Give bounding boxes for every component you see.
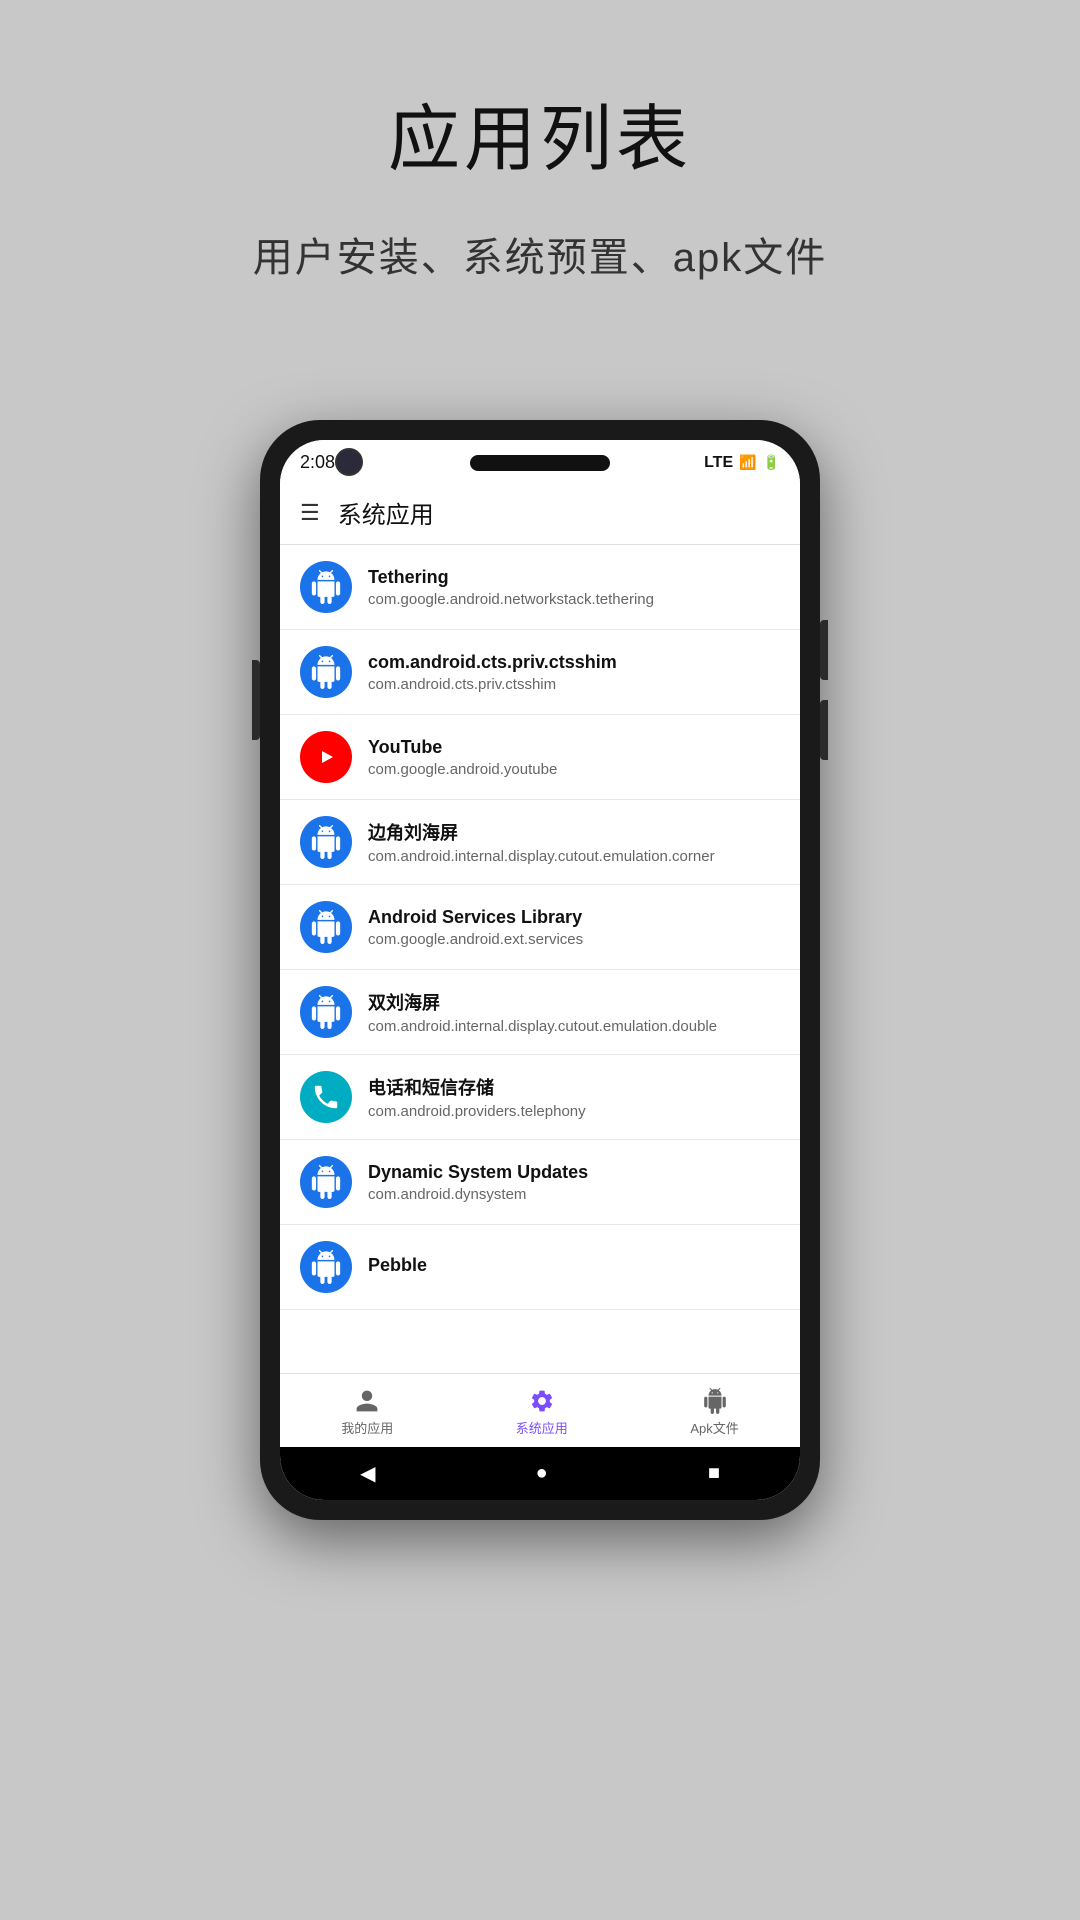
app-name: 边角刘海屏 xyxy=(368,819,780,845)
app-name: Pebble xyxy=(368,1255,780,1276)
app-toolbar: ☰ 系统应用 xyxy=(280,481,800,545)
app-info: com.android.cts.priv.ctsshim com.android… xyxy=(368,652,780,693)
bottom-nav: 我的应用 系统应用 Apk文件 xyxy=(280,1373,800,1447)
phone-button-vol1 xyxy=(820,620,828,680)
app-icon-ctsshim xyxy=(300,646,352,698)
battery-icon: 🔋 xyxy=(763,454,780,471)
app-icon-youtube xyxy=(300,731,352,783)
app-package: com.google.android.youtube xyxy=(368,761,780,778)
app-icon-telephony xyxy=(300,1071,352,1123)
phone-button-power xyxy=(252,660,260,740)
app-name: 双刘海屏 xyxy=(368,989,780,1015)
page-title: 应用列表 xyxy=(0,80,1080,185)
app-name: Dynamic System Updates xyxy=(368,1162,780,1183)
phone-screen: 2:08 ⚙ ⬡ A ▣ LTE 📶 🔋 ☰ 系统应用 xyxy=(280,440,800,1500)
app-list[interactable]: Tethering com.google.android.networkstac… xyxy=(280,545,800,1373)
app-info: Pebble xyxy=(368,1255,780,1279)
page-subtitle: 用户安装、系统预置、apk文件 xyxy=(0,225,1080,283)
nav-item-system-apps[interactable]: 系统应用 xyxy=(496,1384,588,1441)
phone-button-vol2 xyxy=(820,700,828,760)
phone-camera xyxy=(335,448,363,476)
android-nav-icon xyxy=(702,1388,728,1414)
app-info: Dynamic System Updates com.android.dynsy… xyxy=(368,1162,780,1203)
app-info: Android Services Library com.google.andr… xyxy=(368,907,780,948)
list-item[interactable]: 边角刘海屏 com.android.internal.display.cutou… xyxy=(280,800,800,885)
app-package: com.android.internal.display.cutout.emul… xyxy=(368,1018,780,1035)
list-item[interactable]: Tethering com.google.android.networkstac… xyxy=(280,545,800,630)
list-item[interactable]: Dynamic System Updates com.android.dynsy… xyxy=(280,1140,800,1225)
status-time: 2:08 xyxy=(300,452,335,473)
nav-label-system-apps: 系统应用 xyxy=(516,1418,568,1437)
app-icon-tethering xyxy=(300,561,352,613)
app-name: Android Services Library xyxy=(368,907,780,928)
nav-item-my-apps[interactable]: 我的应用 xyxy=(321,1384,413,1441)
app-icon-pebble xyxy=(300,1241,352,1293)
list-item[interactable]: Pebble xyxy=(280,1225,800,1310)
app-info: 双刘海屏 com.android.internal.display.cutout… xyxy=(368,989,780,1035)
app-name: com.android.cts.priv.ctsshim xyxy=(368,652,780,673)
app-package: com.android.internal.display.cutout.emul… xyxy=(368,848,780,865)
system-nav: ◀ ● ■ xyxy=(280,1447,800,1500)
list-item[interactable]: YouTube com.google.android.youtube xyxy=(280,715,800,800)
list-item[interactable]: 双刘海屏 com.android.internal.display.cutout… xyxy=(280,970,800,1055)
app-package: com.android.cts.priv.ctsshim xyxy=(368,676,780,693)
back-button[interactable]: ◀ xyxy=(360,1461,375,1486)
list-item[interactable]: Android Services Library com.google.andr… xyxy=(280,885,800,970)
app-icon-dynsystem xyxy=(300,1156,352,1208)
list-item[interactable]: com.android.cts.priv.ctsshim com.android… xyxy=(280,630,800,715)
app-info: 电话和短信存储 com.android.providers.telephony xyxy=(368,1074,780,1120)
app-icon-corner xyxy=(300,816,352,868)
status-right: LTE 📶 🔋 xyxy=(704,454,780,472)
nav-label-apk: Apk文件 xyxy=(690,1418,738,1437)
signal-icon: 📶 xyxy=(739,454,756,471)
app-name: YouTube xyxy=(368,737,780,758)
person-icon xyxy=(354,1388,380,1414)
app-name: Tethering xyxy=(368,567,780,588)
hamburger-button[interactable]: ☰ xyxy=(300,500,320,526)
app-info: YouTube com.google.android.youtube xyxy=(368,737,780,778)
page-header: 应用列表 用户安装、系统预置、apk文件 xyxy=(0,0,1080,283)
app-info: 边角刘海屏 com.android.internal.display.cutou… xyxy=(368,819,780,865)
app-package: com.google.android.networkstack.tetherin… xyxy=(368,591,780,608)
app-package: com.android.dynsystem xyxy=(368,1186,780,1203)
toolbar-title: 系统应用 xyxy=(338,495,434,530)
home-button[interactable]: ● xyxy=(536,1462,548,1485)
app-icon-double xyxy=(300,986,352,1038)
app-package: com.android.providers.telephony xyxy=(368,1103,780,1120)
app-icon-services xyxy=(300,901,352,953)
nav-item-apk[interactable]: Apk文件 xyxy=(670,1384,758,1441)
phone-frame: 2:08 ⚙ ⬡ A ▣ LTE 📶 🔋 ☰ 系统应用 xyxy=(260,420,820,1520)
gear-nav-icon xyxy=(529,1388,555,1414)
phone-speaker xyxy=(470,455,610,471)
list-item[interactable]: 电话和短信存储 com.android.providers.telephony xyxy=(280,1055,800,1140)
recent-button[interactable]: ■ xyxy=(708,1462,720,1485)
app-package: com.google.android.ext.services xyxy=(368,931,780,948)
nav-label-my-apps: 我的应用 xyxy=(341,1418,393,1437)
lte-label: LTE xyxy=(704,454,733,472)
app-name: 电话和短信存储 xyxy=(368,1074,780,1100)
app-info: Tethering com.google.android.networkstac… xyxy=(368,567,780,608)
phone-wrapper: 2:08 ⚙ ⬡ A ▣ LTE 📶 🔋 ☰ 系统应用 xyxy=(260,420,820,1520)
